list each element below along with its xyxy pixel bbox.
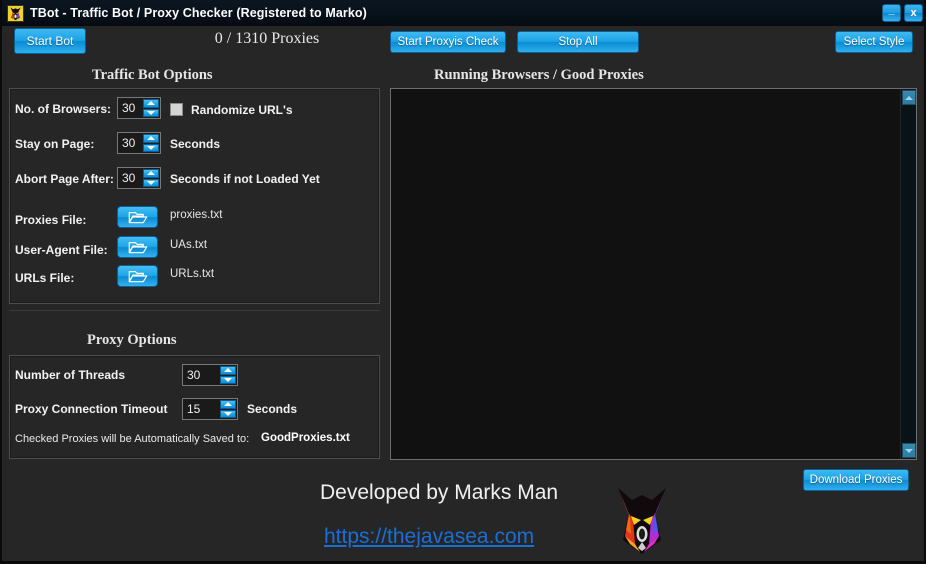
- application-window: TBot - Traffic Bot / Proxy Checker (Regi…: [0, 0, 926, 564]
- stay-on-page-unit-label: Seconds: [170, 137, 221, 151]
- browsers-decrement-button[interactable]: [143, 108, 159, 117]
- proxy-options-heading: Proxy Options: [87, 332, 177, 348]
- browsers-increment-button[interactable]: [143, 99, 159, 108]
- browsers-value[interactable]: 30: [118, 98, 143, 118]
- timeout-spin-buttons: [220, 399, 237, 419]
- minimize-button[interactable]: _: [882, 4, 901, 22]
- urls-file-browse-button[interactable]: [117, 265, 158, 287]
- threads-spin-buttons: [220, 365, 237, 385]
- randomize-urls-checkbox[interactable]: [170, 103, 183, 116]
- start-bot-button[interactable]: Start Bot: [14, 28, 86, 54]
- abort-page-value[interactable]: 30: [118, 168, 143, 188]
- timeout-unit-label: Seconds: [247, 402, 298, 416]
- website-link[interactable]: https://thejavasea.com: [324, 525, 534, 549]
- threads-stepper[interactable]: 30: [182, 364, 238, 386]
- toolbar: Start Bot 0 / 1310 Proxies Start Proxyis…: [2, 26, 924, 59]
- abort-page-unit-label: Seconds if not Loaded Yet: [170, 172, 320, 186]
- running-browsers-heading: Running Browsers / Good Proxies: [434, 67, 644, 83]
- threads-value[interactable]: 30: [183, 365, 220, 385]
- browsers-label: No. of Browsers:: [15, 102, 112, 116]
- abort-page-stepper[interactable]: 30: [117, 167, 161, 189]
- developed-by-label: Developed by Marks Man: [320, 481, 559, 504]
- minimize-icon: _: [888, 4, 895, 16]
- running-browsers-list[interactable]: [391, 89, 900, 459]
- proxy-counter-label: 0 / 1310 Proxies: [214, 30, 320, 47]
- urls-file-value: URLs.txt: [170, 268, 215, 280]
- proxies-file-label: Proxies File:: [15, 213, 87, 227]
- open-folder-icon: [128, 242, 147, 254]
- wolf-logo-icon: [610, 484, 674, 558]
- urls-file-label: URLs File:: [15, 271, 75, 285]
- randomize-urls-label: Randomize URL's: [191, 103, 293, 117]
- timeout-increment-button[interactable]: [220, 400, 236, 409]
- download-proxies-button[interactable]: Download Proxies: [803, 469, 909, 491]
- threads-label: Number of Threads: [15, 368, 126, 382]
- timeout-decrement-button[interactable]: [220, 409, 236, 418]
- stay-on-page-label: Stay on Page:: [15, 137, 95, 151]
- timeout-value[interactable]: 15: [183, 399, 220, 419]
- open-folder-icon: [128, 212, 147, 224]
- useragent-file-value: UAs.txt: [170, 239, 208, 251]
- stay-on-page-decrement-button[interactable]: [143, 143, 159, 152]
- window-title: TBot - Traffic Bot / Proxy Checker (Regi…: [30, 6, 367, 20]
- scrollbar-track[interactable]: [902, 106, 916, 442]
- timeout-label: Proxy Connection Timeout: [15, 402, 168, 416]
- select-style-button[interactable]: Select Style: [835, 31, 913, 53]
- stop-all-button[interactable]: Stop All: [517, 31, 639, 53]
- threads-decrement-button[interactable]: [220, 375, 236, 384]
- close-button[interactable]: x: [904, 4, 923, 22]
- save-file-label: GoodProxies.txt: [261, 432, 350, 444]
- stay-on-page-stepper[interactable]: 30: [117, 132, 161, 154]
- proxy-options-divider: [9, 310, 380, 311]
- running-browsers-listbox[interactable]: [390, 88, 917, 460]
- traffic-bot-options-heading: Traffic Bot Options: [92, 67, 213, 83]
- listbox-scrollbar[interactable]: [900, 89, 916, 459]
- save-note-label: Checked Proxies will be Automatically Sa…: [15, 433, 250, 445]
- abort-page-spin-buttons: [143, 168, 160, 188]
- timeout-stepper[interactable]: 15: [182, 398, 238, 420]
- abort-page-increment-button[interactable]: [143, 169, 159, 178]
- scroll-up-button[interactable]: [902, 90, 916, 105]
- stay-on-page-value[interactable]: 30: [118, 133, 143, 153]
- abort-page-decrement-button[interactable]: [143, 178, 159, 187]
- open-folder-icon: [128, 271, 147, 283]
- start-proxies-check-button[interactable]: Start Proxyis Check: [390, 31, 506, 53]
- threads-increment-button[interactable]: [220, 366, 236, 375]
- scroll-down-button[interactable]: [902, 443, 916, 458]
- wolf-logo-icon: [7, 4, 24, 22]
- browsers-spin-buttons: [143, 98, 160, 118]
- proxies-file-browse-button[interactable]: [117, 206, 158, 228]
- title-bar: TBot - Traffic Bot / Proxy Checker (Regi…: [2, 0, 924, 26]
- close-icon: x: [910, 6, 917, 19]
- useragent-file-browse-button[interactable]: [117, 236, 158, 258]
- useragent-file-label: User-Agent File:: [15, 243, 108, 257]
- stay-on-page-spin-buttons: [143, 133, 160, 153]
- abort-page-label: Abort Page After:: [15, 172, 114, 186]
- browsers-stepper[interactable]: 30: [117, 97, 161, 119]
- stay-on-page-increment-button[interactable]: [143, 134, 159, 143]
- proxies-file-value: proxies.txt: [170, 209, 223, 221]
